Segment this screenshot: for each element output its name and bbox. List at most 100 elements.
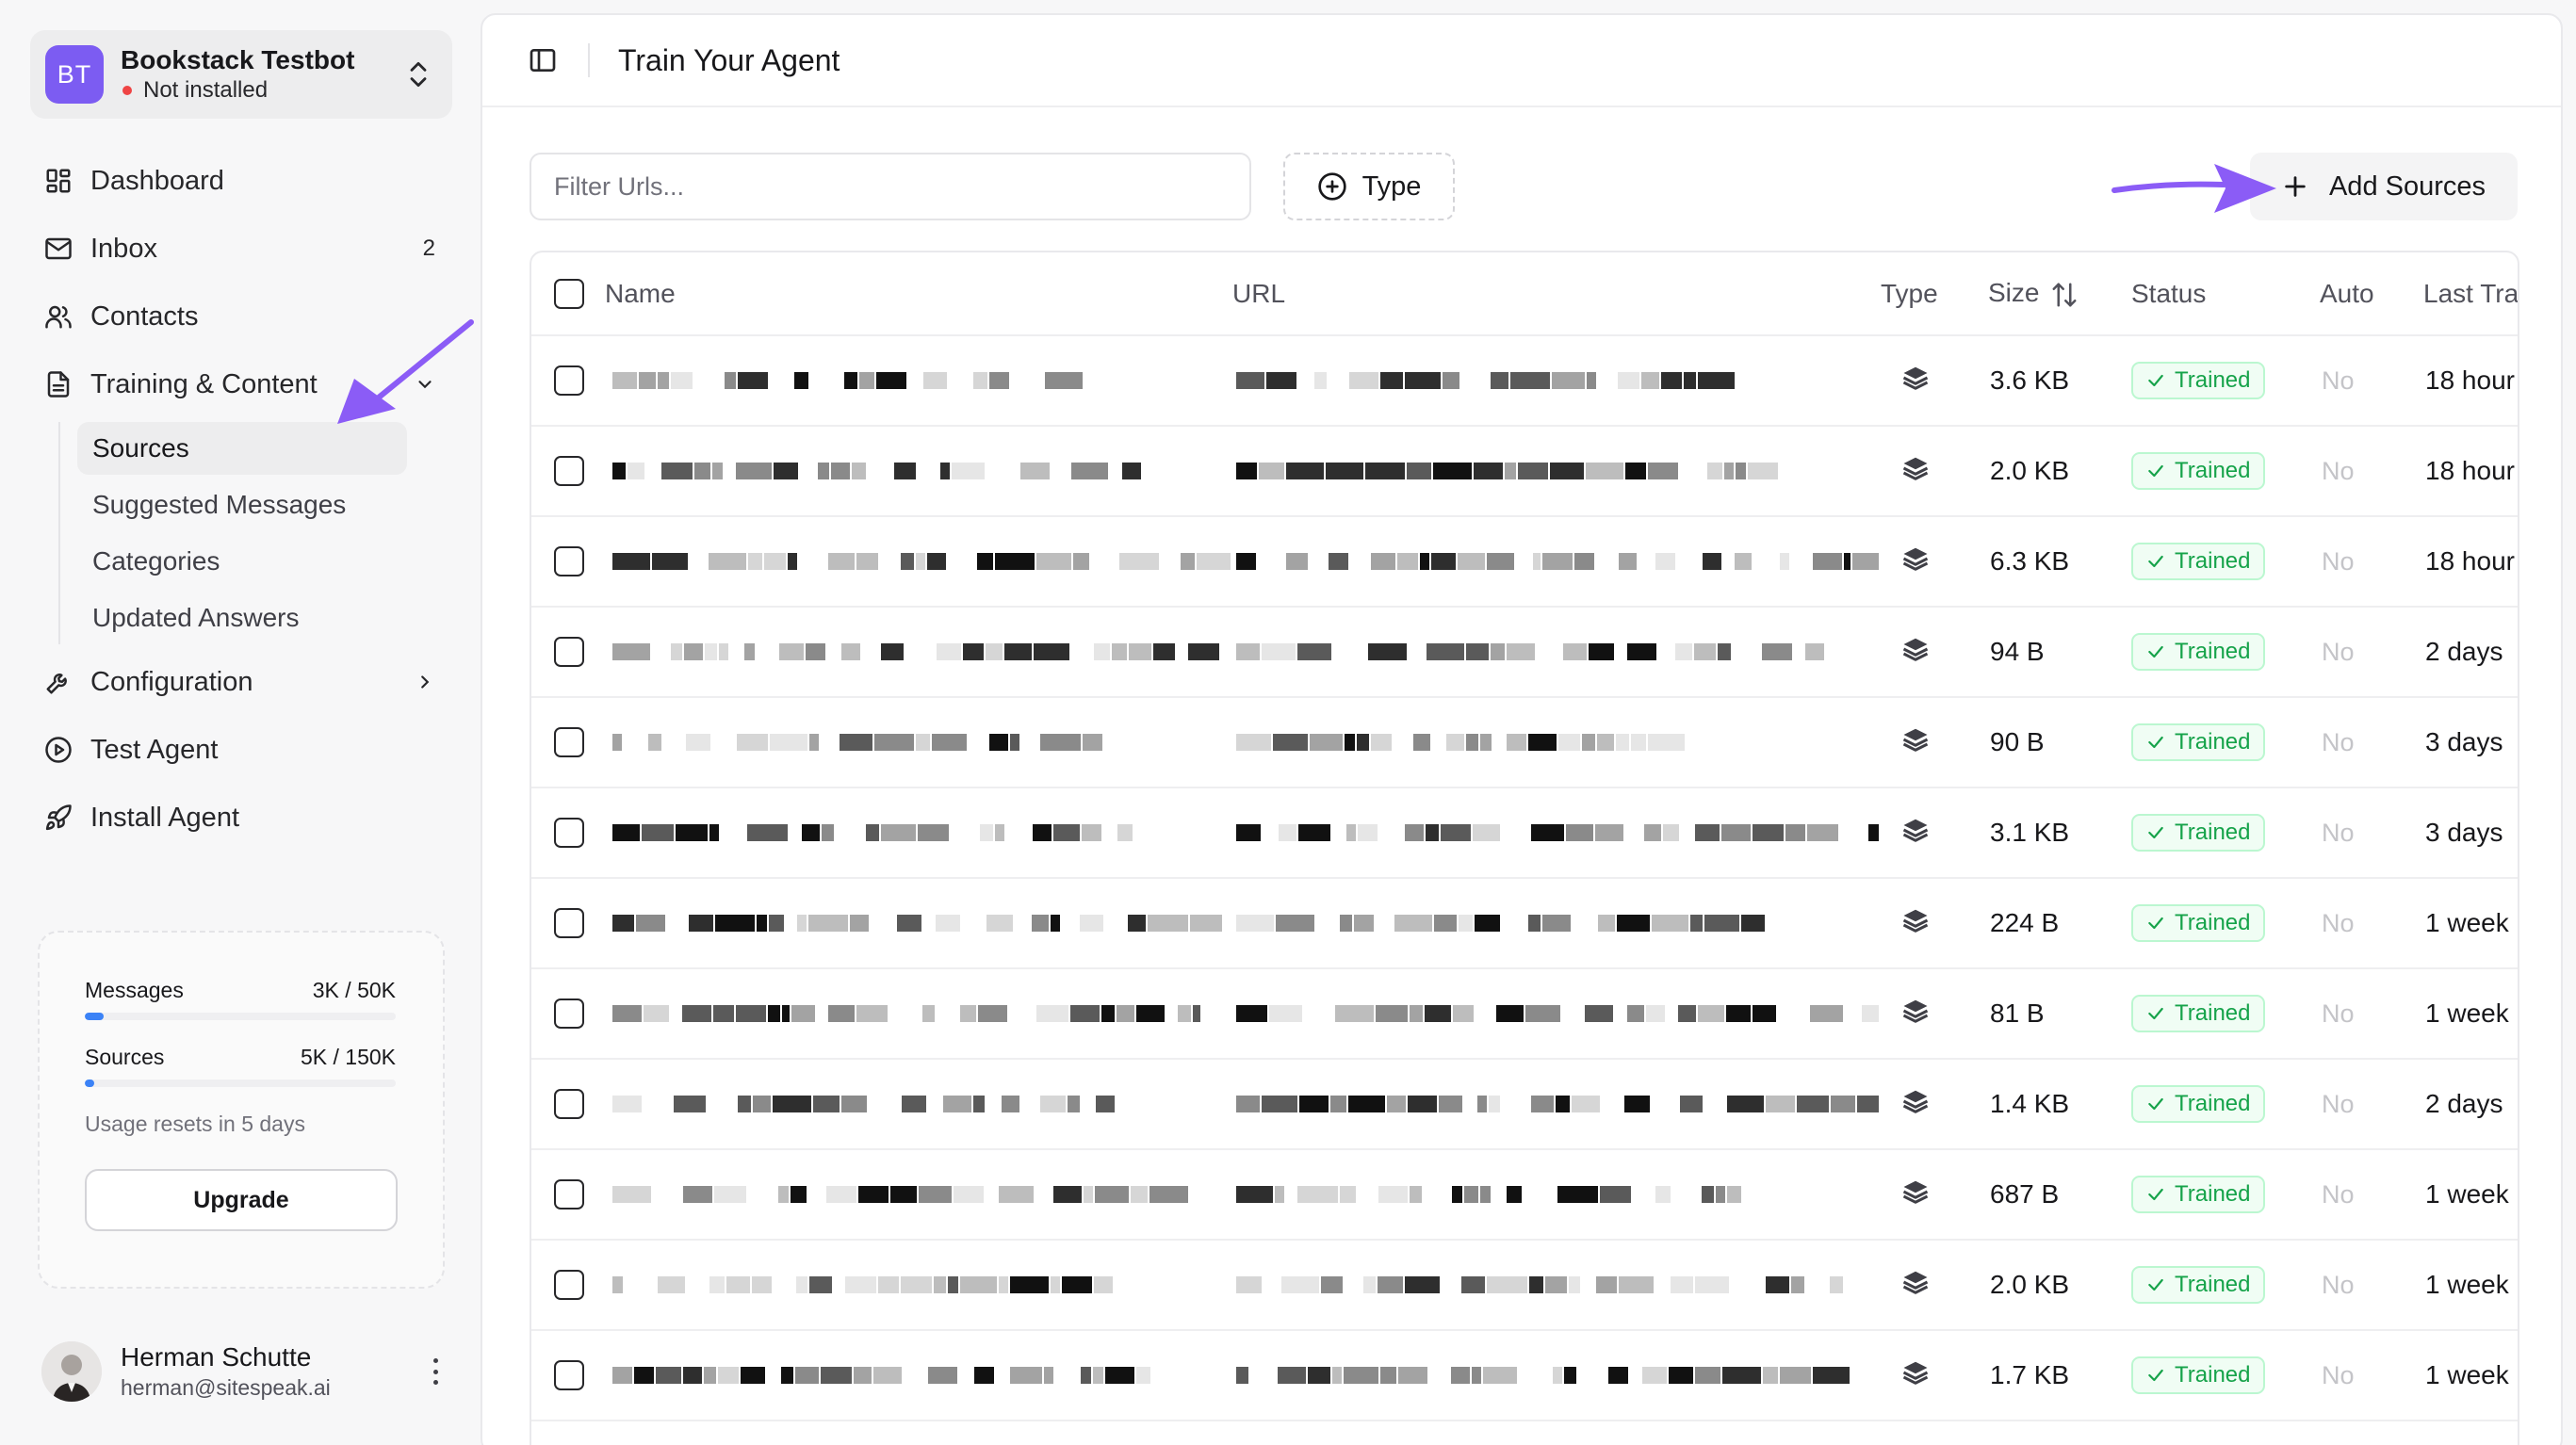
- row-name[interactable]: [605, 1059, 1232, 1149]
- nav-item-training[interactable]: Training & Content: [30, 350, 452, 418]
- row-name[interactable]: [605, 878, 1232, 968]
- table-row[interactable]: 1.7 KB Trained No 1 week: [531, 1330, 2518, 1421]
- status-badge: Trained: [2131, 995, 2266, 1032]
- row-url[interactable]: [1232, 787, 1881, 878]
- row-auto: No: [2320, 426, 2423, 516]
- check-icon: [2148, 1007, 2163, 1020]
- row-name[interactable]: [605, 1330, 1232, 1421]
- row-url[interactable]: [1232, 607, 1881, 697]
- table-row[interactable]: 6.3 KB Trained No 18 hour: [531, 516, 2518, 607]
- row-url[interactable]: [1232, 1149, 1881, 1240]
- training-subnav: Sources Suggested Messages Categories Up…: [58, 422, 452, 644]
- filter-urls-input[interactable]: [530, 153, 1251, 220]
- row-checkbox[interactable]: [554, 727, 584, 757]
- nav-item-install-agent[interactable]: Install Agent: [30, 784, 452, 852]
- row-url[interactable]: [1232, 697, 1881, 787]
- row-checkbox[interactable]: [554, 456, 584, 486]
- row-url[interactable]: [1232, 878, 1881, 968]
- row-checkbox[interactable]: [554, 908, 584, 938]
- check-icon: [2148, 1369, 2163, 1382]
- row-url[interactable]: [1232, 426, 1881, 516]
- row-last-trained: 18 hour: [2425, 365, 2515, 395]
- sub-item-categories[interactable]: Categories: [77, 535, 407, 588]
- add-sources-button[interactable]: Add Sources: [2250, 153, 2518, 220]
- row-last-trained: 1 week: [2425, 908, 2509, 937]
- nav-item-contacts[interactable]: Contacts: [30, 283, 452, 350]
- row-name[interactable]: [605, 335, 1232, 426]
- nav-item-test-agent[interactable]: Test Agent: [30, 716, 452, 784]
- row-name[interactable]: [605, 968, 1232, 1059]
- sub-item-suggested-messages[interactable]: Suggested Messages: [77, 479, 407, 531]
- table-row[interactable]: 2.0 KB Trained No 18 hour: [531, 426, 2518, 516]
- col-header-name[interactable]: Name: [605, 252, 1232, 335]
- row-name[interactable]: [605, 1240, 1232, 1330]
- row-url[interactable]: [1232, 1330, 1881, 1421]
- row-url[interactable]: [1232, 516, 1881, 607]
- sub-item-updated-answers[interactable]: Updated Answers: [77, 592, 407, 644]
- sub-item-sources[interactable]: Sources: [77, 422, 407, 475]
- col-header-type[interactable]: Type: [1881, 252, 1988, 335]
- plus-icon: [2285, 176, 2306, 197]
- table-row[interactable]: 224 B Trained No 1 week: [531, 878, 2518, 968]
- table-row[interactable]: 1.4 KB Trained No 2 days: [531, 1059, 2518, 1149]
- table-row[interactable]: 687 B Trained No 1 week: [531, 1149, 2518, 1240]
- inbox-count-badge: 2: [422, 235, 435, 261]
- table-row[interactable]: 2.0 KB Trained No 1 week: [531, 1240, 2518, 1330]
- select-all-checkbox[interactable]: [554, 278, 584, 309]
- row-url[interactable]: [1232, 968, 1881, 1059]
- table-row[interactable]: 3.1 KB Trained No 3 days: [531, 787, 2518, 878]
- check-icon: [2148, 917, 2163, 930]
- row-checkbox[interactable]: [554, 1360, 584, 1390]
- col-header-url[interactable]: URL: [1232, 252, 1881, 335]
- row-size: 90 B: [1990, 727, 2045, 756]
- row-checkbox[interactable]: [554, 1270, 584, 1300]
- row-name[interactable]: [605, 787, 1232, 878]
- auto-value: No: [2322, 366, 2355, 395]
- table-row[interactable]: 94 B Trained No 2 days: [531, 607, 2518, 697]
- row-url[interactable]: [1232, 1059, 1881, 1149]
- table-row[interactable]: 81 B Trained No 1 week: [531, 968, 2518, 1059]
- row-url[interactable]: [1232, 335, 1881, 426]
- redacted-text: [612, 818, 1232, 848]
- row-checkbox[interactable]: [554, 1089, 584, 1119]
- col-header-status[interactable]: Status: [2131, 252, 2320, 335]
- redacted-text: [1236, 365, 1881, 396]
- row-name[interactable]: [605, 426, 1232, 516]
- layers-icon: [1902, 1090, 1929, 1113]
- more-vertical-icon[interactable]: [424, 1355, 447, 1388]
- redacted-text: [612, 1089, 1232, 1119]
- row-last-trained: 2 days: [2425, 637, 2503, 666]
- row-status: Trained: [2131, 968, 2320, 1059]
- table-row[interactable]: 3.6 KB Trained No 18 hour: [531, 335, 2518, 426]
- table-row[interactable]: 90 B Trained No 3 days: [531, 697, 2518, 787]
- row-name[interactable]: [605, 1149, 1232, 1240]
- row-checkbox[interactable]: [554, 365, 584, 396]
- row-last-trained: 1 week: [2425, 1179, 2509, 1209]
- upgrade-button[interactable]: Upgrade: [85, 1169, 398, 1231]
- row-name[interactable]: [605, 697, 1232, 787]
- row-checkbox[interactable]: [554, 637, 584, 667]
- row-name[interactable]: [605, 516, 1232, 607]
- row-checkbox[interactable]: [554, 1179, 584, 1210]
- redacted-text: [1236, 1089, 1881, 1119]
- nav-item-inbox[interactable]: Inbox 2: [30, 215, 452, 283]
- type-filter-button[interactable]: Type: [1283, 153, 1455, 220]
- row-checkbox[interactable]: [554, 999, 584, 1029]
- row-size: 2.0 KB: [1990, 1270, 2070, 1299]
- col-header-auto[interactable]: Auto: [2320, 252, 2423, 335]
- row-size: 1.7 KB: [1990, 1360, 2070, 1389]
- nav-label-inbox: Inbox: [90, 233, 157, 264]
- nav-item-dashboard[interactable]: Dashboard: [30, 147, 452, 215]
- row-checkbox[interactable]: [554, 818, 584, 848]
- row-name[interactable]: [605, 607, 1232, 697]
- nav-item-configuration[interactable]: Configuration: [30, 648, 452, 716]
- col-header-size[interactable]: Size: [1988, 252, 2131, 335]
- workspace-switcher[interactable]: BT Bookstack Testbot Not installed: [30, 30, 452, 119]
- table-header-row: Name URL Type Size Status Auto Last Tra: [531, 252, 2518, 335]
- usage-messages-value: 3K / 50K: [312, 978, 396, 1002]
- user-profile[interactable]: Herman Schutte herman@sitespeak.ai: [41, 1338, 447, 1405]
- sidebar-toggle-icon[interactable]: [528, 45, 558, 75]
- row-url[interactable]: [1232, 1240, 1881, 1330]
- col-header-last-trained[interactable]: Last Tra: [2423, 252, 2518, 335]
- row-checkbox[interactable]: [554, 546, 584, 576]
